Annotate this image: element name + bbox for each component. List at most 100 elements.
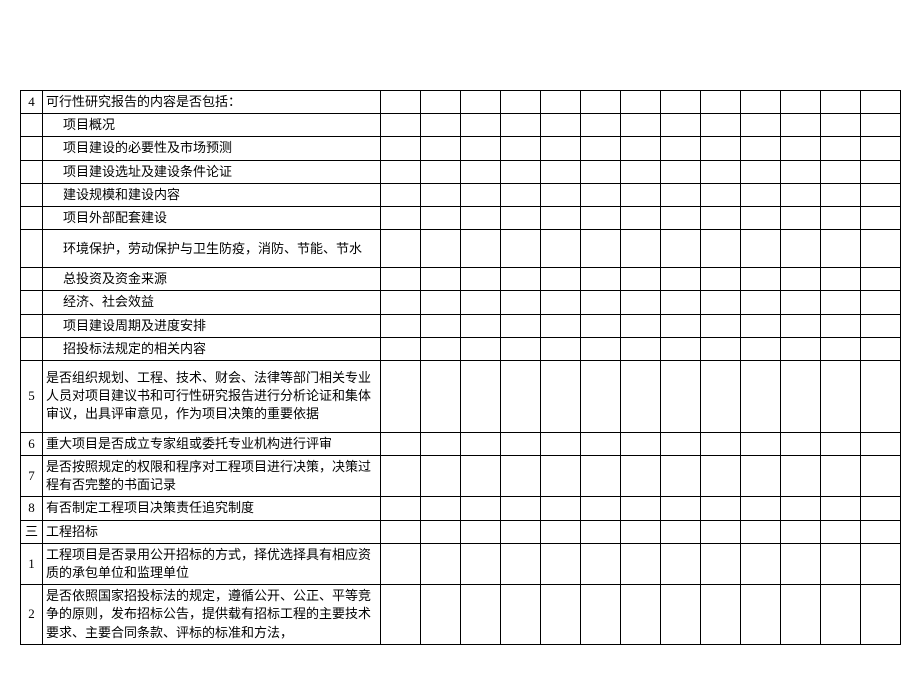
blank-cell (701, 160, 741, 183)
blank-cell (541, 137, 581, 160)
table-row: 7是否按照规定的权限和程序对工程项目进行决策，决策过程有否完整的书面记录 (21, 456, 901, 497)
blank-cell (501, 360, 541, 432)
blank-cell (461, 520, 501, 543)
blank-cell (621, 520, 661, 543)
blank-cell (421, 456, 461, 497)
blank-cell (781, 206, 821, 229)
blank-cell (621, 206, 661, 229)
blank-cell (741, 314, 781, 337)
row-number (21, 206, 43, 229)
blank-cell (501, 291, 541, 314)
blank-cell (421, 137, 461, 160)
row-text: 项目建设周期及进度安排 (43, 314, 381, 337)
row-text: 总投资及资金来源 (43, 268, 381, 291)
blank-cell (541, 291, 581, 314)
blank-cell (381, 432, 421, 455)
blank-cell (421, 543, 461, 584)
blank-cell (621, 337, 661, 360)
blank-cell (381, 291, 421, 314)
blank-cell (781, 520, 821, 543)
blank-cell (661, 314, 701, 337)
table-row: 1工程项目是否录用公开招标的方式，择优选择具有相应资质的承包单位和监理单位 (21, 543, 901, 584)
blank-cell (461, 91, 501, 114)
blank-cell (501, 543, 541, 584)
blank-cell (741, 268, 781, 291)
blank-cell (501, 230, 541, 268)
blank-cell (621, 183, 661, 206)
blank-cell (541, 91, 581, 114)
blank-cell (701, 360, 741, 432)
blank-cell (541, 230, 581, 268)
row-number (21, 137, 43, 160)
blank-cell (461, 314, 501, 337)
blank-cell (381, 183, 421, 206)
blank-cell (821, 160, 861, 183)
blank-cell (501, 585, 541, 645)
blank-cell (501, 268, 541, 291)
blank-cell (741, 206, 781, 229)
row-number (21, 291, 43, 314)
blank-cell (621, 268, 661, 291)
blank-cell (741, 160, 781, 183)
blank-cell (661, 183, 701, 206)
row-text: 工程招标 (43, 520, 381, 543)
blank-cell (821, 585, 861, 645)
blank-cell (581, 291, 621, 314)
blank-cell (581, 114, 621, 137)
blank-cell (781, 456, 821, 497)
row-text: 有否制定工程项目决策责任追究制度 (43, 497, 381, 520)
table-row: 环境保护，劳动保护与卫生防疫，消防、节能、节水 (21, 230, 901, 268)
blank-cell (581, 230, 621, 268)
blank-cell (741, 497, 781, 520)
blank-cell (381, 114, 421, 137)
blank-cell (381, 230, 421, 268)
blank-cell (381, 268, 421, 291)
blank-cell (661, 114, 701, 137)
blank-cell (741, 137, 781, 160)
blank-cell (581, 520, 621, 543)
blank-cell (421, 114, 461, 137)
blank-cell (621, 314, 661, 337)
blank-cell (461, 291, 501, 314)
blank-cell (781, 91, 821, 114)
blank-cell (581, 585, 621, 645)
blank-cell (581, 160, 621, 183)
blank-cell (701, 432, 741, 455)
blank-cell (781, 268, 821, 291)
blank-cell (541, 543, 581, 584)
blank-cell (741, 432, 781, 455)
blank-cell (861, 520, 901, 543)
blank-cell (821, 137, 861, 160)
row-number: 2 (21, 585, 43, 645)
table-row: 项目建设的必要性及市场预测 (21, 137, 901, 160)
blank-cell (461, 585, 501, 645)
blank-cell (461, 360, 501, 432)
blank-cell (741, 183, 781, 206)
blank-cell (661, 456, 701, 497)
blank-cell (861, 360, 901, 432)
blank-cell (621, 497, 661, 520)
blank-cell (661, 543, 701, 584)
blank-cell (661, 291, 701, 314)
row-text: 项目建设的必要性及市场预测 (43, 137, 381, 160)
blank-cell (701, 91, 741, 114)
blank-cell (421, 91, 461, 114)
blank-cell (661, 337, 701, 360)
row-number: 6 (21, 432, 43, 455)
row-number (21, 314, 43, 337)
blank-cell (821, 114, 861, 137)
row-number: 三 (21, 520, 43, 543)
blank-cell (381, 337, 421, 360)
blank-cell (621, 360, 661, 432)
blank-cell (821, 432, 861, 455)
blank-cell (581, 432, 621, 455)
blank-cell (701, 230, 741, 268)
checklist-table: 4可行性研究报告的内容是否包括：项目概况项目建设的必要性及市场预测项目建设选址及… (20, 90, 901, 645)
blank-cell (621, 456, 661, 497)
blank-cell (501, 206, 541, 229)
blank-cell (501, 160, 541, 183)
blank-cell (861, 432, 901, 455)
blank-cell (461, 183, 501, 206)
row-number (21, 183, 43, 206)
table-row: 项目概况 (21, 114, 901, 137)
